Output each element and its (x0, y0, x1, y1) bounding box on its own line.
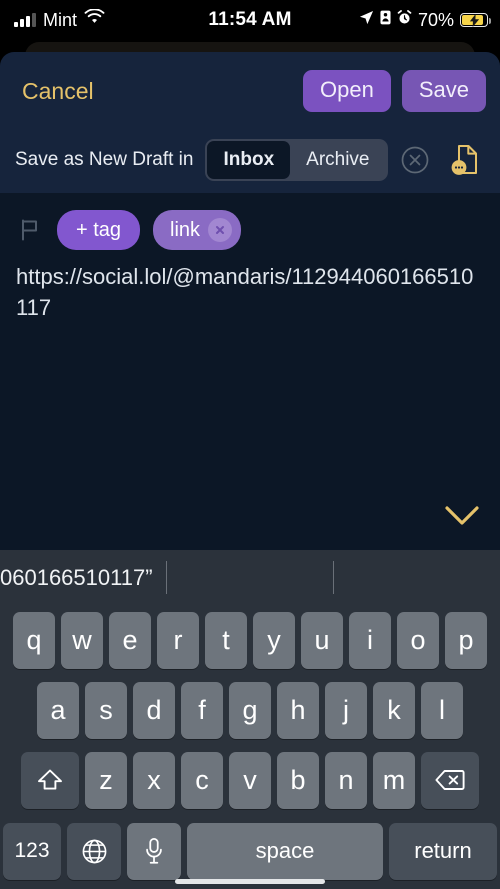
key-b[interactable]: b (277, 751, 319, 809)
microphone-icon[interactable] (127, 822, 181, 880)
key-n[interactable]: n (325, 751, 367, 809)
suggestion-1[interactable]: 060166510117” (0, 550, 166, 605)
segment-inbox[interactable]: Inbox (207, 141, 291, 179)
key-r[interactable]: r (157, 611, 199, 669)
home-indicator (175, 879, 325, 884)
key-m[interactable]: m (373, 751, 415, 809)
backspace-icon[interactable] (421, 751, 479, 809)
draft-sheet: Cancel Open Save Save as New Draft in In… (0, 52, 500, 550)
globe-icon[interactable] (67, 822, 121, 880)
save-destination-label: Save as New Draft in (15, 149, 194, 170)
wifi-icon (84, 8, 105, 31)
key-i[interactable]: i (349, 611, 391, 669)
suggestion-divider-2 (333, 561, 334, 594)
key-t[interactable]: t (205, 611, 247, 669)
key-numbers[interactable]: 123 (3, 822, 61, 880)
suggestion-3[interactable] (333, 550, 500, 605)
status-bar-left: Mint (0, 8, 180, 31)
key-p[interactable]: p (445, 611, 487, 669)
nav-actions: Open Save (303, 70, 486, 112)
signal-bars-icon (14, 13, 36, 27)
key-c[interactable]: c (181, 751, 223, 809)
status-bar: Mint 11:54 AM 70% (0, 0, 500, 40)
key-o[interactable]: o (397, 611, 439, 669)
key-l[interactable]: l (421, 681, 463, 739)
sheet-body: + tag link https://social.lol/@mandaris/… (0, 193, 500, 550)
predictive-suggestion-bar: 060166510117” (0, 550, 500, 605)
keyboard-row-3: z x c v b n m (0, 745, 500, 815)
save-destination-row: Save as New Draft in Inbox Archive (0, 130, 500, 190)
note-body-text[interactable]: https://social.lol/@mandaris/11294406016… (0, 255, 500, 323)
sheet-header: Cancel Open Save Save as New Draft in In… (0, 52, 500, 193)
key-f[interactable]: f (181, 681, 223, 739)
battery-charging-icon (460, 13, 491, 27)
tag-chip-label: link (170, 218, 201, 241)
key-k[interactable]: k (373, 681, 415, 739)
tag-chip-link[interactable]: link (153, 210, 242, 250)
key-x[interactable]: x (133, 751, 175, 809)
key-y[interactable]: y (253, 611, 295, 669)
key-v[interactable]: v (229, 751, 271, 809)
key-z[interactable]: z (85, 751, 127, 809)
segment-archive[interactable]: Archive (290, 141, 385, 179)
portrait-lock-icon (380, 9, 391, 31)
key-h[interactable]: h (277, 681, 319, 739)
clock-label: 11:54 AM (208, 9, 292, 30)
remove-tag-icon[interactable] (208, 218, 233, 242)
circle-x-icon[interactable] (398, 143, 432, 177)
status-bar-right: 70% (320, 9, 500, 31)
cancel-button[interactable]: Cancel (20, 74, 96, 109)
on-screen-keyboard: 060166510117” q w e r t y u i o p a s d … (0, 550, 500, 889)
key-return[interactable]: return (389, 822, 497, 880)
carrier-label: Mint (43, 9, 78, 30)
save-button[interactable]: Save (401, 70, 486, 112)
keyboard-row-2: a s d f g h j k l (0, 675, 500, 745)
suggestion-2[interactable] (166, 550, 333, 605)
key-u[interactable]: u (301, 611, 343, 669)
battery-percent-label: 70% (417, 9, 454, 30)
suggestion-divider-1 (166, 561, 167, 594)
document-comment-icon[interactable] (448, 141, 482, 179)
key-a[interactable]: a (37, 681, 79, 739)
folder-segmented-control[interactable]: Inbox Archive (205, 139, 388, 181)
location-arrow-icon (359, 9, 374, 31)
key-g[interactable]: g (229, 681, 271, 739)
tag-row: + tag link (0, 193, 500, 255)
shift-arrow-icon[interactable] (21, 751, 79, 809)
keyboard-row-4: 123 space return (0, 815, 500, 887)
sheet-nav-bar: Cancel Open Save (0, 52, 500, 130)
key-w[interactable]: w (61, 611, 103, 669)
key-j[interactable]: j (325, 681, 367, 739)
phone-screen: Mint 11:54 AM 70% Cancel Open Save Save … (0, 0, 500, 889)
alarm-clock-icon (397, 9, 412, 31)
key-e[interactable]: e (109, 611, 151, 669)
chevron-down-icon[interactable] (442, 500, 482, 532)
key-s[interactable]: s (85, 681, 127, 739)
key-q[interactable]: q (13, 611, 55, 669)
add-tag-button[interactable]: + tag (57, 210, 141, 250)
flag-outline-icon[interactable] (18, 217, 44, 243)
key-space[interactable]: space (187, 822, 383, 880)
keyboard-row-1: q w e r t y u i o p (0, 605, 500, 675)
open-button[interactable]: Open (303, 70, 391, 112)
key-d[interactable]: d (133, 681, 175, 739)
